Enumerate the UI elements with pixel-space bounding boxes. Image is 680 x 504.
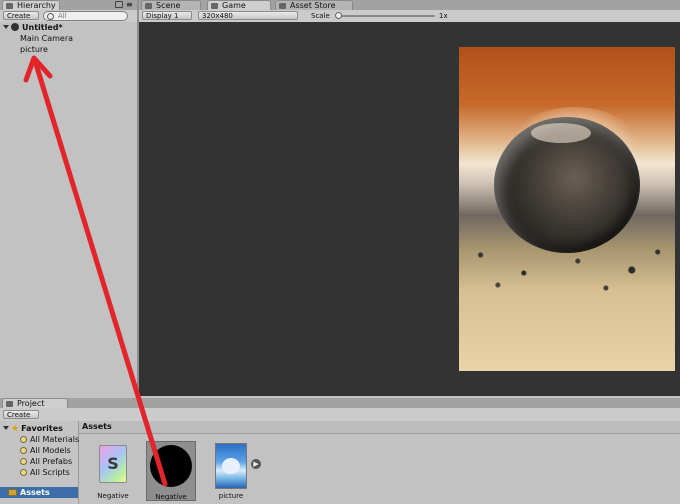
shader-icon: S [99,445,127,483]
hierarchy-search-input[interactable]: All [43,11,128,21]
folder-icon [8,489,17,496]
expand-arrow-icon[interactable] [3,426,9,430]
search-filter-icon [20,447,27,454]
favorite-label: All Scripts [30,468,70,477]
hierarchy-tree: Untitled* Main Camera picture [0,22,137,396]
project-toolbar: Create ▾ [0,408,680,428]
asset-item[interactable]: picture [207,441,255,501]
texture-icon [215,443,247,489]
scale-slider-track[interactable] [337,15,435,17]
tab-hierarchy-label: Hierarchy [17,1,56,10]
tab-scene-label: Scene [156,1,181,10]
asset-label: picture [218,492,244,500]
tab-hierarchy[interactable]: Hierarchy [2,0,60,10]
scene-name: Untitled* [22,23,63,32]
breadcrumb: Assets [79,421,680,434]
display-value: Display 1 [146,12,179,20]
search-filter-icon [20,436,27,443]
lock-icon[interactable] [115,1,123,8]
search-filter-icon [20,458,27,465]
favorite-label: All Models [30,446,71,455]
scale-slider-thumb[interactable] [335,12,342,19]
hierarchy-search-placeholder: All [58,12,67,20]
asset-label: Negative [155,493,187,501]
favorites-header[interactable]: ★ Favorites [3,423,63,434]
project-sidebar: ★ Favorites All Materials All Models All … [0,421,79,504]
search-filter-icon [20,469,27,476]
favorite-label: All Materials [30,435,80,444]
asset-item[interactable]: S Negative [91,441,139,501]
game-view[interactable] [139,22,680,396]
bubble-highlight [531,123,591,143]
hierarchy-icon [6,3,13,9]
favorites-label: Favorites [21,424,63,433]
game-render [459,47,675,371]
favorite-all-materials[interactable]: All Materials [20,434,79,445]
star-icon: ★ [11,424,20,434]
tab-scene[interactable]: Scene [141,0,201,10]
texture-bubble [222,458,240,474]
tab-game[interactable]: Game [207,0,271,10]
scene-icon [145,3,152,9]
display-select[interactable]: Display 1 [142,11,192,20]
hierarchy-item-main-camera[interactable]: Main Camera [20,33,73,44]
assets-folder-selected[interactable]: Assets [0,487,78,498]
hierarchy-create-button[interactable]: Create ▾ [3,11,39,29]
unity-scene-icon [11,23,19,31]
resolution-value: 320x480 [202,12,233,20]
create-label: Create [7,12,31,20]
tab-project-label: Project [17,399,45,408]
project-icon [6,401,13,407]
material-icon [150,445,192,487]
expand-prefab-icon[interactable]: ▶ [251,459,261,469]
expand-arrow-icon[interactable] [3,25,9,29]
resolution-select[interactable]: 320x480 [198,11,298,20]
tab-project[interactable]: Project [2,398,68,408]
project-create-button[interactable]: Create ▾ [3,410,39,428]
scale-value: 1x [439,12,448,20]
asset-item[interactable]: Negative [146,441,196,501]
favorite-all-models[interactable]: All Models [20,445,71,456]
asset-store-icon [279,3,286,9]
favorite-all-prefabs[interactable]: All Prefabs [20,456,72,467]
tab-game-label: Game [222,1,246,10]
tab-asset-store-label: Asset Store [290,1,336,10]
game-icon [211,3,218,9]
asset-grid: Assets S Negative Negative picture ▶ [79,421,680,504]
search-icon [47,13,54,20]
menu-icon[interactable]: ≡ [126,1,133,9]
favorite-all-scripts[interactable]: All Scripts [20,467,70,478]
assets-root-label: Assets [20,488,50,497]
favorite-label: All Prefabs [30,457,73,466]
project-create-label: Create [7,411,31,419]
scale-label: Scale [311,12,330,20]
breadcrumb-assets[interactable]: Assets [82,421,112,433]
scene-root[interactable]: Untitled* [3,22,63,33]
hierarchy-item-picture[interactable]: picture [20,44,48,55]
tab-asset-store[interactable]: Asset Store [275,0,353,10]
asset-label: Negative [97,492,129,500]
